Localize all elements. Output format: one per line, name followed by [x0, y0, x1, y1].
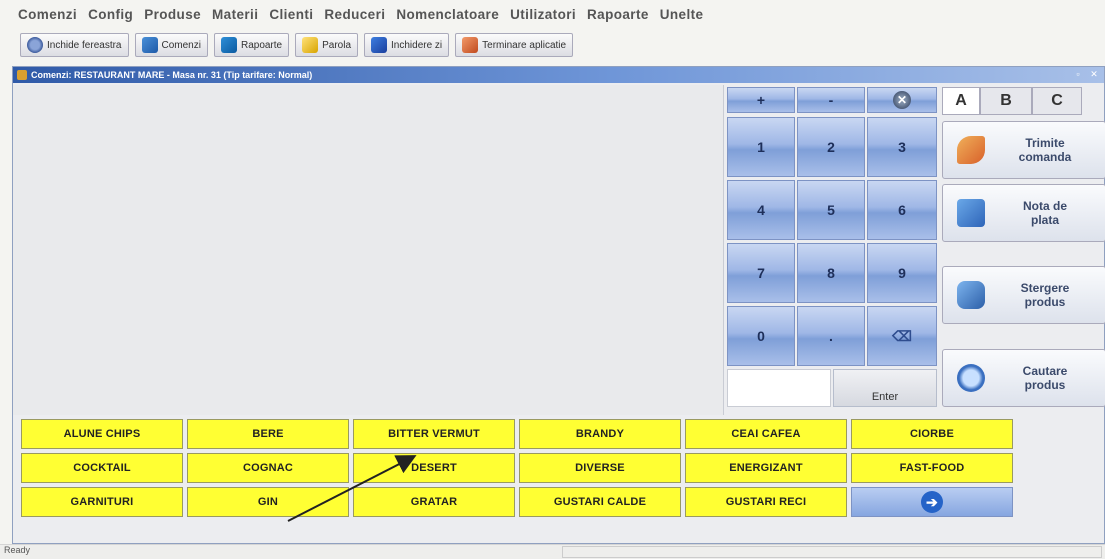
backspace-icon: ⌫ [892, 327, 912, 344]
exit-app-label: Terminare aplicatie [482, 39, 567, 51]
close-day-icon [371, 37, 388, 53]
category-button[interactable]: DIVERSE [519, 453, 681, 483]
delete-product-label: Stergere produs [1020, 281, 1070, 309]
category-button[interactable]: COCKTAIL [21, 453, 183, 483]
backspace-key[interactable]: ⌫ [867, 306, 937, 366]
category-button[interactable]: CIORBE [851, 419, 1013, 449]
exit-icon [462, 37, 479, 53]
menu-reduceri[interactable]: Reduceri [324, 7, 385, 22]
orders-label: Comenzi [161, 39, 201, 51]
next-page-button[interactable]: ➔ [851, 487, 1013, 517]
window-title: Comenzi: RESTAURANT MARE - Masa nr. 31 (… [31, 70, 313, 80]
clear-key[interactable]: ✕ [867, 87, 937, 113]
bill-icon [957, 199, 985, 227]
orders-button[interactable]: Comenzi [134, 33, 208, 57]
delete-product-button[interactable]: Stergere produs [942, 266, 1105, 324]
key-7[interactable]: 7 [727, 243, 795, 303]
key-1[interactable]: 1 [727, 117, 795, 177]
close-day-label: Inchidere zi [391, 39, 443, 51]
tab-a[interactable]: A [942, 87, 980, 115]
database-icon [957, 281, 985, 309]
menu-nomenclatoare[interactable]: Nomenclatoare [396, 7, 499, 22]
menu-rapoarte[interactable]: Rapoarte [587, 7, 649, 22]
quantity-input[interactable] [727, 369, 831, 407]
key-dot[interactable]: . [797, 306, 865, 366]
key-icon [302, 37, 319, 53]
menu-comenzi[interactable]: Comenzi [18, 7, 77, 22]
menu-clienti[interactable]: Clienti [269, 7, 313, 22]
restore-icon[interactable]: ▫ [1072, 68, 1084, 80]
menu-utilizatori[interactable]: Utilizatori [510, 7, 576, 22]
password-label: Parola [322, 39, 352, 51]
category-button[interactable]: FAST-FOOD [851, 453, 1013, 483]
bill-label: Nota de plata [1022, 199, 1067, 227]
category-button[interactable]: GARNITURI [21, 487, 183, 517]
key-4[interactable]: 4 [727, 180, 795, 240]
menu-config[interactable]: Config [88, 7, 133, 22]
window-title-bar: Comenzi: RESTAURANT MARE - Masa nr. 31 (… [13, 67, 1104, 83]
close-day-button[interactable]: Inchidere zi [364, 33, 450, 57]
key-9[interactable]: 9 [867, 243, 937, 303]
plus-key[interactable]: + [727, 87, 795, 113]
send-order-button[interactable]: Trimite comanda [942, 121, 1105, 179]
reports-label: Rapoarte [240, 39, 283, 51]
tab-b[interactable]: B [980, 87, 1032, 115]
search-product-label: Cautare produs [1022, 364, 1068, 392]
key-0[interactable]: 0 [727, 306, 795, 366]
rocket-icon [957, 136, 985, 164]
close-window-label: Inchide fereastra [47, 39, 122, 51]
key-8[interactable]: 8 [797, 243, 865, 303]
minus-key[interactable]: - [797, 87, 865, 113]
reports-button[interactable]: Rapoarte [213, 33, 290, 57]
category-button[interactable]: ENERGIZANT [685, 453, 847, 483]
toolbar: Inchide fereastra Comenzi Rapoarte Parol… [20, 32, 574, 58]
order-window: Comenzi: RESTAURANT MARE - Masa nr. 31 (… [12, 66, 1105, 544]
order-items-area[interactable] [13, 85, 724, 415]
send-order-label: Trimite comanda [1018, 136, 1072, 164]
key-2[interactable]: 2 [797, 117, 865, 177]
arrow-right-icon: ➔ [921, 491, 943, 513]
reports-icon [220, 37, 237, 53]
category-button[interactable]: BERE [187, 419, 349, 449]
key-3[interactable]: 3 [867, 117, 937, 177]
menu-materii[interactable]: Materii [212, 7, 258, 22]
status-text: Ready [4, 545, 31, 555]
category-button[interactable]: BITTER VERMUT [353, 419, 515, 449]
tab-c[interactable]: C [1032, 87, 1082, 115]
menu-produse[interactable]: Produse [144, 7, 201, 22]
key-6[interactable]: 6 [867, 180, 937, 240]
annotation-arrow [287, 455, 417, 522]
password-button[interactable]: Parola [295, 33, 359, 57]
close-icon[interactable]: ✕ [1088, 68, 1100, 80]
status-panel [562, 546, 1102, 558]
close-window-button[interactable]: Inchide fereastra [20, 33, 129, 57]
category-button[interactable]: BRANDY [519, 419, 681, 449]
bill-button[interactable]: Nota de plata [942, 184, 1105, 242]
menu-unelte[interactable]: Unelte [660, 7, 704, 22]
key-5[interactable]: 5 [797, 180, 865, 240]
category-button[interactable]: ALUNE CHIPS [21, 419, 183, 449]
menu-bar: Comenzi Config Produse Materii Clienti R… [0, 0, 1105, 28]
category-button[interactable]: GUSTARI CALDE [519, 487, 681, 517]
close-circle-icon [27, 37, 43, 53]
orders-icon [141, 37, 158, 53]
clear-x-icon: ✕ [893, 91, 911, 109]
window-app-icon [17, 70, 27, 80]
category-button[interactable]: GUSTARI RECI [685, 487, 847, 517]
status-bar: Ready [0, 544, 1105, 559]
enter-button[interactable]: Enter [833, 369, 937, 407]
exit-app-button[interactable]: Terminare aplicatie [455, 33, 574, 57]
search-product-button[interactable]: Cautare produs [942, 349, 1105, 407]
category-button[interactable]: CEAI CAFEA [685, 419, 847, 449]
search-icon [957, 364, 985, 392]
